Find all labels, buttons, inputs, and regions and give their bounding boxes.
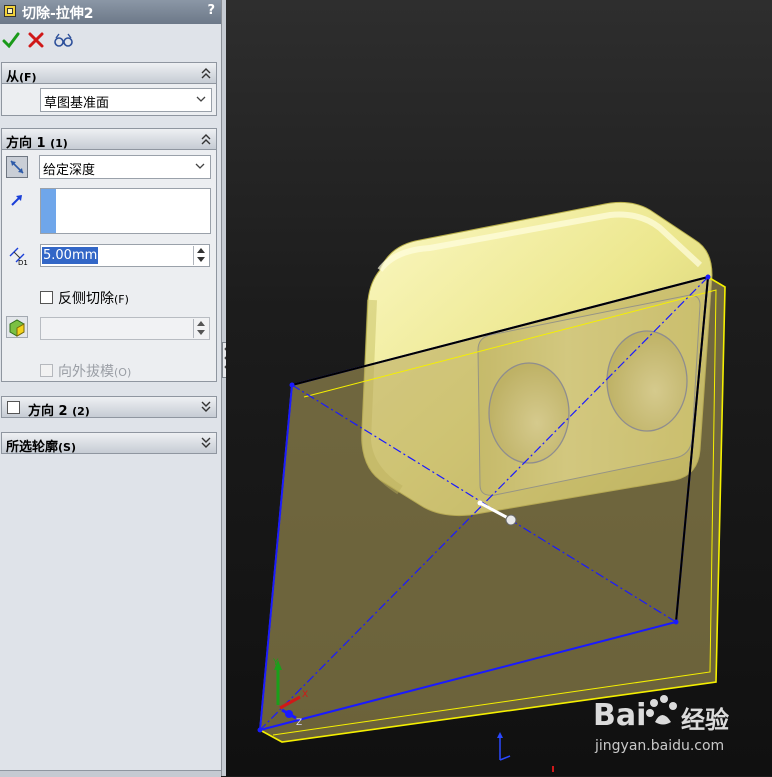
flip-side-to-cut-checkbox[interactable] (40, 291, 53, 304)
triad-y-label: Y (272, 658, 279, 668)
feature-title-bar: 切除-拉伸2 ? (0, 0, 221, 24)
end-condition-dropdown[interactable]: 给定深度 (39, 155, 211, 179)
flip-side-to-cut-key: (F) (114, 293, 129, 306)
depth-icon: D1 (9, 247, 28, 266)
watermark-logo-right: 经验 (681, 706, 729, 734)
ok-button[interactable] (2, 31, 20, 49)
direction-of-extrusion-icon (11, 195, 22, 206)
start-condition-dropdown[interactable]: 草图基准面 (40, 88, 212, 112)
direction1-group-key: (1) (50, 137, 68, 150)
direction2-group-key: (2) (72, 405, 90, 418)
end-condition-value: 给定深度 (43, 163, 96, 178)
collapse-icon[interactable] (201, 66, 211, 80)
direction1-group-header[interactable]: 方向 1 (1) (1, 128, 217, 151)
svg-text:D1: D1 (18, 259, 28, 266)
graphics-area[interactable]: Y X Z Bai 经验 jingyan.baidu.com (226, 0, 772, 776)
spin-down-icon (197, 330, 205, 335)
start-condition-value: 草图基准面 (44, 96, 110, 111)
direction1-group-title: 方向 1 (6, 136, 46, 151)
direction2-group-header[interactable]: 方向 2 (2) (1, 396, 217, 419)
selected-contours-title: 所选轮廓 (6, 440, 59, 455)
detailed-preview-button[interactable] (53, 31, 73, 49)
selected-contours-key: (S) (58, 441, 76, 454)
from-group-key: (F) (19, 71, 37, 84)
expand-icon[interactable] (201, 436, 211, 450)
chevron-down-icon (196, 96, 206, 102)
reverse-direction-button[interactable] (6, 156, 28, 178)
depth-input[interactable]: 5.00mm (40, 244, 210, 267)
from-group-title: 从 (6, 70, 20, 85)
selection-focus-bar (41, 189, 56, 233)
direction2-checkbox[interactable] (7, 401, 20, 414)
draft-angle-spinner (193, 319, 208, 338)
triad-z-label: Z (296, 718, 302, 728)
watermark-logo-left: Bai (593, 698, 647, 733)
flip-side-to-cut-label: 反侧切除 (58, 291, 114, 307)
from-group-header[interactable]: 从(F) (1, 62, 217, 85)
direction-selection-box[interactable] (40, 188, 211, 234)
from-group-body: 草图基准面 (1, 84, 217, 116)
cancel-button[interactable] (27, 31, 45, 49)
baidu-watermark: Bai 经验 jingyan.baidu.com (585, 688, 772, 770)
selected-contours-group-header[interactable]: 所选轮廓(S) (1, 432, 217, 455)
extruded-cut-icon (4, 5, 16, 17)
direction2-group-title: 方向 2 (28, 404, 68, 419)
draft-angle-input (40, 317, 210, 340)
view-triad (497, 732, 554, 772)
watermark-url: jingyan.baidu.com (595, 738, 725, 754)
depth-spinner[interactable] (193, 246, 208, 265)
draft-icon (9, 319, 25, 337)
triad-x-label: X (302, 690, 308, 700)
draft-outward-key: (O) (114, 366, 132, 379)
chevron-down-icon (195, 163, 205, 169)
model-viewport[interactable]: Y X Z (226, 0, 772, 776)
collapse-icon[interactable] (201, 132, 211, 146)
spin-up-icon[interactable] (197, 247, 205, 254)
paw-logo-icon (646, 695, 677, 725)
draft-button[interactable] (6, 316, 28, 338)
reverse-direction-icon (10, 160, 24, 174)
spin-up-icon (197, 321, 205, 326)
draft-outward-label: 向外拔模 (58, 364, 114, 380)
depth-value: 5.00mm (42, 247, 99, 264)
spin-down-icon[interactable] (197, 256, 205, 263)
feature-title: 切除-拉伸2 (22, 6, 94, 22)
expand-icon[interactable] (201, 400, 211, 414)
draft-outward-checkbox (40, 364, 53, 377)
property-manager-panel: 切除-拉伸2 ? 从(F) 草图基准面 方向 1 (1) 给定深度 D1 5.0… (0, 0, 222, 777)
help-button[interactable]: ? (207, 3, 215, 18)
